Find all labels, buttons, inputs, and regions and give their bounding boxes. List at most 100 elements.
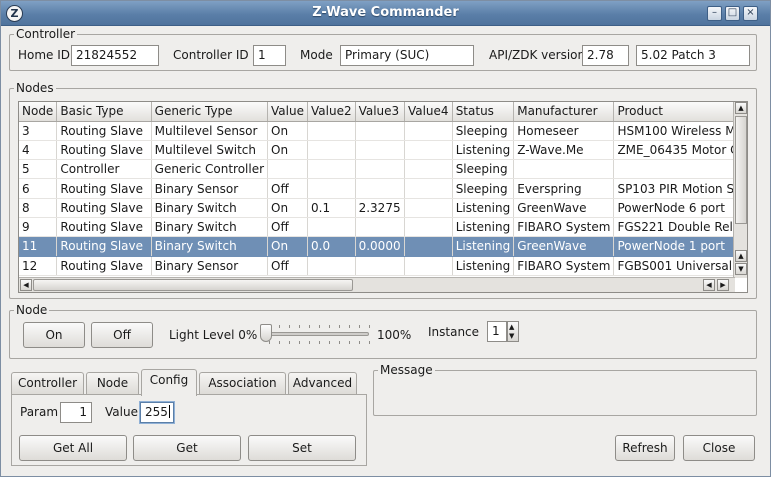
- minimize-icon[interactable]: –: [707, 6, 722, 21]
- tab-association[interactable]: Association: [199, 372, 286, 395]
- table-cell: Routing Slave: [56, 217, 152, 238]
- scroll-up-icon[interactable]: ▲: [735, 102, 747, 114]
- column-header[interactable]: Value4: [404, 102, 453, 122]
- table-cell: Binary Sensor: [151, 178, 269, 199]
- column-header[interactable]: Value2: [307, 102, 356, 122]
- title-bar[interactable]: Z Z-Wave Commander – □ ×: [1, 1, 770, 26]
- tab-advanced[interactable]: Advanced: [288, 372, 357, 395]
- get-all-button[interactable]: Get All: [19, 435, 127, 461]
- text-caret: [168, 405, 170, 418]
- instance-spinner[interactable]: ▲ ▼: [507, 321, 519, 342]
- slider-tick: [339, 341, 340, 344]
- slider-tick: [309, 341, 310, 344]
- mode-field[interactable]: Primary (SUC): [340, 45, 474, 66]
- main-window: Z Z-Wave Commander – □ × Controller Home…: [0, 0, 771, 477]
- scroll-right-icon[interactable]: ▶: [717, 279, 729, 291]
- column-header[interactable]: Value3: [355, 102, 405, 122]
- table-cell: 3: [19, 121, 58, 141]
- table-row[interactable]: 11 Routing Slave Binary Switch On 0.0 0.0000 L…: [19, 236, 747, 257]
- table-row[interactable]: 6 Routing Slave Binary Sensor Off Sleeping Ev…: [19, 178, 747, 199]
- column-header[interactable]: Basic Type: [56, 102, 152, 122]
- scroll-down-up-icon[interactable]: ▲: [735, 250, 747, 262]
- slider-tick: [289, 325, 290, 328]
- table-row[interactable]: 12 Routing Slave Binary Sensor Off Listening…: [19, 256, 747, 276]
- column-header[interactable]: Value: [267, 102, 308, 122]
- slider-tick: [369, 341, 370, 344]
- light-level-label: Light Level 0%: [169, 328, 258, 342]
- column-header[interactable]: Product: [613, 102, 747, 122]
- get-button[interactable]: Get: [133, 435, 241, 461]
- scroll-left-end-icon[interactable]: ◀: [703, 279, 715, 291]
- value-field[interactable]: 255: [140, 402, 174, 423]
- slider-tick: [329, 341, 330, 344]
- light-level-slider[interactable]: [267, 332, 369, 336]
- table-cell: Off: [267, 178, 308, 199]
- tab-node[interactable]: Node: [86, 372, 139, 395]
- scroll-thumb[interactable]: [735, 116, 747, 224]
- close-button[interactable]: Close: [683, 435, 755, 461]
- table-row[interactable]: 9 Routing Slave Binary Switch Off Listening F…: [19, 217, 747, 238]
- maximize-icon[interactable]: □: [725, 6, 740, 21]
- table-cell: [404, 236, 453, 257]
- table-cell: Listening: [452, 140, 515, 161]
- table-row[interactable]: 4 Routing Slave Multilevel Switch On Listeni…: [19, 140, 747, 161]
- spin-up-icon[interactable]: ▲: [509, 323, 514, 331]
- table-cell: Generic Controller: [151, 159, 269, 180]
- table-cell: Listening: [452, 236, 515, 257]
- column-header[interactable]: Status: [452, 102, 515, 122]
- nodes-table[interactable]: Node Basic Type Generic Type Value Value2 Val…: [18, 101, 748, 293]
- table-cell: FGBS001 Universal: [613, 256, 747, 276]
- table-cell: [404, 217, 453, 238]
- instance-field[interactable]: 1: [487, 321, 507, 342]
- close-icon[interactable]: ×: [743, 6, 758, 21]
- message-text: [381, 385, 749, 409]
- table-row[interactable]: 5 Controller Generic Controller Sleeping: [19, 159, 747, 180]
- table-row[interactable]: 3 Routing Slave Multilevel Sensor On Sleepin…: [19, 121, 747, 141]
- slider-tick: [369, 325, 370, 328]
- table-cell: [404, 198, 453, 218]
- nodes-grid[interactable]: Node Basic Type Generic Type Value Value2 Val…: [19, 102, 747, 276]
- table-cell: [404, 121, 453, 141]
- tab-controller[interactable]: Controller: [11, 372, 84, 395]
- table-row[interactable]: 8 Routing Slave Binary Switch On 0.1 2.3275 Li…: [19, 198, 747, 218]
- column-header[interactable]: Generic Type: [151, 102, 269, 122]
- hscroll-thumb[interactable]: [33, 279, 353, 291]
- column-header[interactable]: Node: [19, 102, 58, 122]
- node-off-button[interactable]: Off: [91, 322, 153, 348]
- table-cell: Sleeping: [452, 159, 515, 180]
- nodes-vertical-scrollbar[interactable]: ▲ ▲ ▼: [733, 102, 747, 278]
- spin-down-icon[interactable]: ▼: [509, 332, 514, 340]
- config-tab-panel: Param 1 Value 255 Get All Get Set: [11, 394, 367, 466]
- table-cell: [404, 178, 453, 199]
- table-cell: SP103 PIR Motion S: [613, 178, 747, 199]
- table-cell: 0.1: [307, 198, 356, 218]
- light-level-slider-handle[interactable]: [260, 324, 272, 342]
- table-cell: On: [267, 140, 308, 161]
- window-title: Z-Wave Commander: [312, 5, 459, 20]
- table-cell: 9: [19, 217, 58, 238]
- table-cell: PowerNode 6 port: [613, 198, 747, 218]
- param-field[interactable]: 1: [60, 402, 92, 423]
- set-button[interactable]: Set: [248, 435, 356, 461]
- home-id-label: Home ID: [18, 48, 71, 62]
- instance-label: Instance: [428, 325, 480, 339]
- api-version-field[interactable]: 2.78: [582, 45, 629, 66]
- table-cell: FIBARO System: [513, 256, 615, 276]
- table-cell: [355, 178, 405, 199]
- column-header[interactable]: Manufacturer: [513, 102, 615, 122]
- table-cell: Routing Slave: [56, 198, 152, 218]
- tab-config[interactable]: Config: [141, 369, 197, 396]
- slider-tick: [339, 325, 340, 328]
- scroll-left-icon[interactable]: ◀: [20, 279, 32, 291]
- home-id-field[interactable]: 21824552: [71, 45, 159, 66]
- scroll-down-icon[interactable]: ▼: [735, 263, 747, 275]
- controller-id-field[interactable]: 1: [253, 45, 286, 66]
- table-cell: On: [267, 121, 308, 141]
- nodes-horizontal-scrollbar[interactable]: ◀ ◀ ▶: [19, 277, 735, 292]
- table-cell: FGS221 Double Rel: [613, 217, 747, 238]
- controller-id-label: Controller ID: [173, 48, 249, 62]
- table-cell: Routing Slave: [56, 121, 152, 141]
- node-on-button[interactable]: On: [23, 322, 85, 348]
- refresh-button[interactable]: Refresh: [615, 435, 675, 461]
- zdk-version-field[interactable]: 5.02 Patch 3: [636, 45, 750, 66]
